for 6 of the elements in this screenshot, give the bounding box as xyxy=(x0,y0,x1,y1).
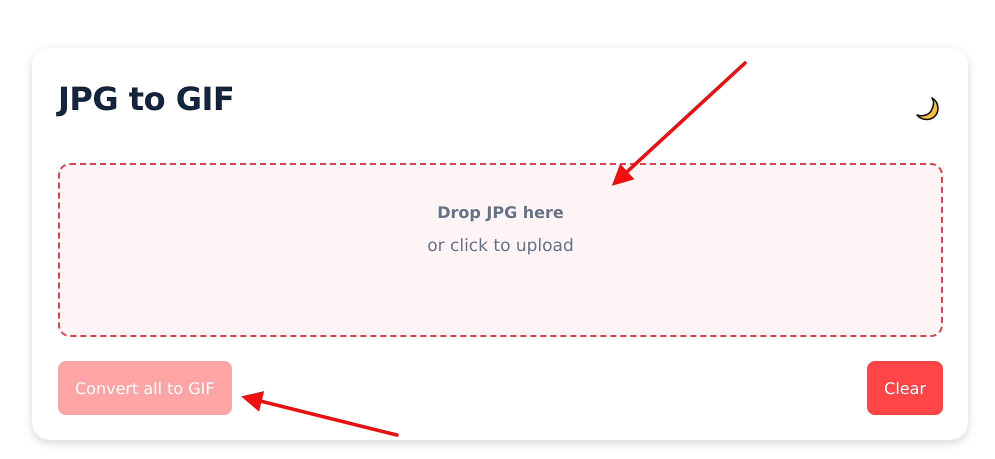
drop-heading: Drop JPG here xyxy=(437,203,564,222)
moon-icon[interactable] xyxy=(915,96,941,122)
page-title: JPG to GIF xyxy=(58,80,234,118)
drop-zone[interactable]: Drop JPG here or click to upload xyxy=(58,163,943,337)
clear-button[interactable]: Clear xyxy=(867,361,943,415)
drop-subtext: or click to upload xyxy=(427,236,574,256)
